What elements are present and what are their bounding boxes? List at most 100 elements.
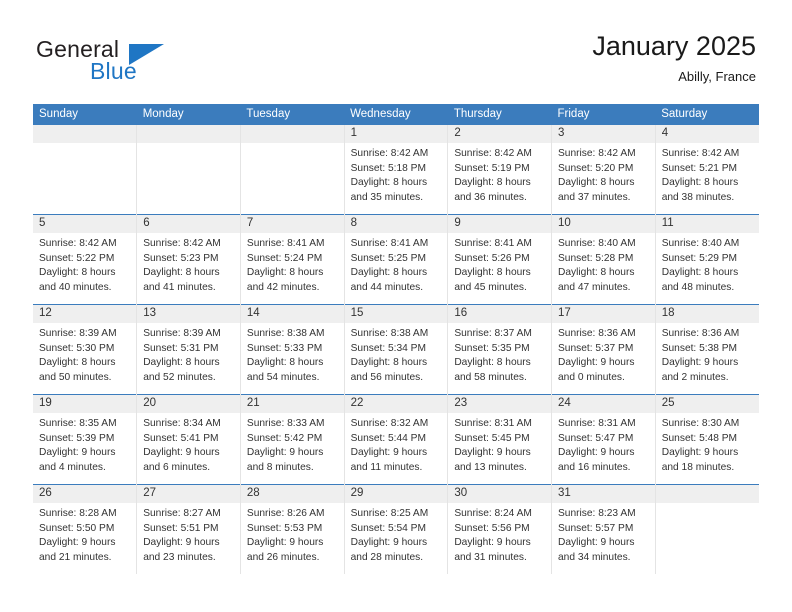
- sunset-time: Sunset: 5:34 PM: [350, 342, 426, 354]
- calendar-day-cell[interactable]: 25 Sunrise: 8:30 AM Sunset: 5:48 PM Dayligh…: [654, 394, 759, 485]
- day-details: Sunrise: 8:39 AM Sunset: 5:31 PM Daylight:…: [137, 323, 240, 385]
- sunset-time: Sunset: 5:56 PM: [454, 522, 530, 534]
- daylight-duration-line1: Daylight: 9 hours: [454, 537, 531, 549]
- day-number: 9: [448, 215, 552, 233]
- daylight-duration-line1: Daylight: 8 hours: [350, 177, 428, 189]
- sunrise-sunset-calendar-table: Sunday Monday Tuesday Wednesday Thursday…: [33, 104, 759, 574]
- sunset-time: Sunset: 5:28 PM: [558, 252, 634, 264]
- daylight-duration-line2: and 34 minutes.: [558, 551, 631, 563]
- daylight-duration-line1: Daylight: 9 hours: [558, 447, 635, 459]
- sunrise-time: Sunrise: 8:28 AM: [39, 508, 117, 519]
- calendar-day-cell[interactable]: 24 Sunrise: 8:31 AM Sunset: 5:47 PM Dayligh…: [551, 394, 656, 485]
- day-details: Sunrise: 8:42 AM Sunset: 5:19 PM Daylight:…: [448, 143, 551, 205]
- calendar-day-cell[interactable]: 18 Sunrise: 8:36 AM Sunset: 5:38 PM Dayligh…: [654, 304, 759, 395]
- calendar-day-cell[interactable]: 19 Sunrise: 8:35 AM Sunset: 5:39 PM Dayligh…: [33, 394, 138, 485]
- calendar-day-cell[interactable]: 21 Sunrise: 8:33 AM Sunset: 5:42 PM Dayligh…: [239, 394, 345, 485]
- calendar-day-cell[interactable]: 28 Sunrise: 8:26 AM Sunset: 5:53 PM Dayligh…: [239, 484, 345, 574]
- calendar-day-cell[interactable]: 11 Sunrise: 8:40 AM Sunset: 5:29 PM Dayligh…: [654, 214, 759, 305]
- calendar-day-cell[interactable]: 26 Sunrise: 8:28 AM Sunset: 5:50 PM Dayligh…: [33, 484, 138, 574]
- sunset-time: Sunset: 5:33 PM: [246, 342, 323, 354]
- daylight-duration-line1: Daylight: 9 hours: [143, 447, 220, 459]
- day-details: Sunrise: 8:35 AM Sunset: 5:39 PM Daylight:…: [33, 413, 136, 475]
- sunset-time: Sunset: 5:39 PM: [39, 432, 115, 444]
- calendar-day-cell[interactable]: 4 Sunrise: 8:42 AM Sunset: 5:21 PM Daylight…: [654, 125, 759, 215]
- calendar-day-cell[interactable]: 8 Sunrise: 8:41 AM Sunset: 5:25 PM Daylight…: [343, 214, 449, 305]
- calendar-day-cell[interactable]: 12 Sunrise: 8:39 AM Sunset: 5:30 PM Dayligh…: [33, 304, 138, 395]
- daylight-duration-line2: and 26 minutes.: [246, 551, 320, 563]
- daylight-duration-line1: Daylight: 8 hours: [661, 177, 739, 189]
- day-number: 18: [655, 305, 759, 323]
- calendar-header-row-group: Sunday Monday Tuesday Wednesday Thursday…: [33, 104, 759, 125]
- weekday-header-friday: Friday: [551, 104, 656, 125]
- calendar-page: General Blue January 2025 Abilly, France…: [0, 0, 792, 612]
- daylight-duration-line1: Daylight: 8 hours: [454, 267, 531, 279]
- sunset-time: Sunset: 5:35 PM: [454, 342, 530, 354]
- logo-text-blue: Blue: [90, 58, 137, 84]
- day-details: Sunrise: 8:25 AM Sunset: 5:54 PM Daylight:…: [345, 503, 448, 565]
- day-details: Sunrise: 8:37 AM Sunset: 5:35 PM Daylight:…: [448, 323, 551, 385]
- day-details: Sunrise: 8:42 AM Sunset: 5:18 PM Daylight:…: [345, 143, 448, 205]
- day-number: 11: [655, 215, 759, 233]
- calendar-day-cell[interactable]: 16 Sunrise: 8:37 AM Sunset: 5:35 PM Dayligh…: [447, 304, 553, 395]
- calendar-day-cell[interactable]: 27 Sunrise: 8:27 AM Sunset: 5:51 PM Dayligh…: [136, 484, 241, 574]
- sunset-time: Sunset: 5:42 PM: [246, 432, 323, 444]
- daylight-duration-line2: and 40 minutes.: [39, 281, 112, 293]
- general-blue-logo[interactable]: General Blue: [36, 36, 276, 92]
- daylight-duration-line2: and 54 minutes.: [246, 371, 320, 383]
- weekday-header-row: Sunday Monday Tuesday Wednesday Thursday…: [33, 104, 759, 125]
- daylight-duration-line2: and 8 minutes.: [246, 461, 314, 473]
- sunrise-time: Sunrise: 8:36 AM: [558, 328, 636, 339]
- daylight-duration-line2: and 38 minutes.: [661, 191, 735, 203]
- day-details: Sunrise: 8:33 AM Sunset: 5:42 PM Daylight:…: [241, 413, 344, 475]
- calendar-day-cell[interactable]: 13 Sunrise: 8:39 AM Sunset: 5:31 PM Dayligh…: [136, 304, 241, 395]
- daylight-duration-line2: and 16 minutes.: [558, 461, 631, 473]
- sunrise-time: Sunrise: 8:39 AM: [39, 328, 117, 339]
- calendar-day-cell[interactable]: 31 Sunrise: 8:23 AM Sunset: 5:57 PM Dayligh…: [551, 484, 656, 574]
- calendar-week-row: 12 Sunrise: 8:39 AM Sunset: 5:30 PM Dayligh…: [33, 304, 759, 395]
- calendar-day-cell[interactable]: 17 Sunrise: 8:36 AM Sunset: 5:37 PM Dayligh…: [551, 304, 656, 395]
- calendar-empty-cell: [654, 484, 759, 574]
- calendar-day-cell[interactable]: 30 Sunrise: 8:24 AM Sunset: 5:56 PM Dayligh…: [447, 484, 553, 574]
- daylight-duration-line1: Daylight: 9 hours: [350, 447, 428, 459]
- calendar-day-cell[interactable]: 20 Sunrise: 8:34 AM Sunset: 5:41 PM Dayligh…: [136, 394, 241, 485]
- sunrise-time: Sunrise: 8:24 AM: [454, 508, 532, 519]
- sunrise-time: Sunrise: 8:31 AM: [558, 418, 636, 429]
- calendar-day-cell[interactable]: 14 Sunrise: 8:38 AM Sunset: 5:33 PM Dayligh…: [239, 304, 345, 395]
- calendar-day-cell[interactable]: 7 Sunrise: 8:41 AM Sunset: 5:24 PM Daylight…: [239, 214, 345, 305]
- daylight-duration-line2: and 44 minutes.: [350, 281, 424, 293]
- daylight-duration-line2: and 31 minutes.: [454, 551, 527, 563]
- daylight-duration-line1: Daylight: 9 hours: [39, 537, 116, 549]
- daylight-duration-line2: and 18 minutes.: [661, 461, 735, 473]
- calendar-day-cell[interactable]: 6 Sunrise: 8:42 AM Sunset: 5:23 PM Daylight…: [136, 214, 241, 305]
- sunrise-time: Sunrise: 8:35 AM: [39, 418, 117, 429]
- day-number: 4: [655, 125, 759, 143]
- calendar-day-cell[interactable]: 10 Sunrise: 8:40 AM Sunset: 5:28 PM Dayligh…: [551, 214, 656, 305]
- calendar-body: 1 Sunrise: 8:42 AM Sunset: 5:18 PM Daylight…: [33, 125, 759, 574]
- day-details: Sunrise: 8:31 AM Sunset: 5:45 PM Daylight:…: [448, 413, 551, 475]
- calendar-day-cell[interactable]: 2 Sunrise: 8:42 AM Sunset: 5:19 PM Daylight…: [447, 125, 553, 215]
- calendar-day-cell[interactable]: 29 Sunrise: 8:25 AM Sunset: 5:54 PM Dayligh…: [343, 484, 449, 574]
- day-number: 30: [448, 485, 552, 503]
- calendar-day-cell[interactable]: 23 Sunrise: 8:31 AM Sunset: 5:45 PM Dayligh…: [447, 394, 553, 485]
- weekday-header-saturday: Saturday: [655, 104, 759, 125]
- day-number: 21: [240, 395, 344, 413]
- sunset-time: Sunset: 5:18 PM: [350, 162, 426, 174]
- daylight-duration-line2: and 13 minutes.: [454, 461, 527, 473]
- day-number: 15: [344, 305, 448, 323]
- calendar-day-cell[interactable]: 3 Sunrise: 8:42 AM Sunset: 5:20 PM Daylight…: [551, 125, 656, 215]
- day-details: Sunrise: 8:31 AM Sunset: 5:47 PM Daylight:…: [552, 413, 655, 475]
- daylight-duration-line2: and 28 minutes.: [350, 551, 424, 563]
- calendar-day-cell[interactable]: 22 Sunrise: 8:32 AM Sunset: 5:44 PM Dayligh…: [343, 394, 449, 485]
- daylight-duration-line2: and 45 minutes.: [454, 281, 527, 293]
- sunset-time: Sunset: 5:41 PM: [143, 432, 219, 444]
- calendar-day-cell[interactable]: 9 Sunrise: 8:41 AM Sunset: 5:26 PM Daylight…: [447, 214, 553, 305]
- day-details: Sunrise: 8:40 AM Sunset: 5:28 PM Daylight:…: [552, 233, 655, 295]
- sunrise-time: Sunrise: 8:42 AM: [143, 238, 221, 249]
- calendar-day-cell[interactable]: 15 Sunrise: 8:38 AM Sunset: 5:34 PM Dayligh…: [343, 304, 449, 395]
- day-number: 5: [33, 215, 137, 233]
- sunset-time: Sunset: 5:23 PM: [143, 252, 219, 264]
- calendar-day-cell[interactable]: 1 Sunrise: 8:42 AM Sunset: 5:18 PM Daylight…: [343, 125, 449, 215]
- day-details: Sunrise: 8:34 AM Sunset: 5:41 PM Daylight:…: [137, 413, 240, 475]
- calendar-day-cell[interactable]: 5 Sunrise: 8:42 AM Sunset: 5:22 PM Daylight…: [33, 214, 138, 305]
- calendar-empty-cell: [33, 125, 138, 215]
